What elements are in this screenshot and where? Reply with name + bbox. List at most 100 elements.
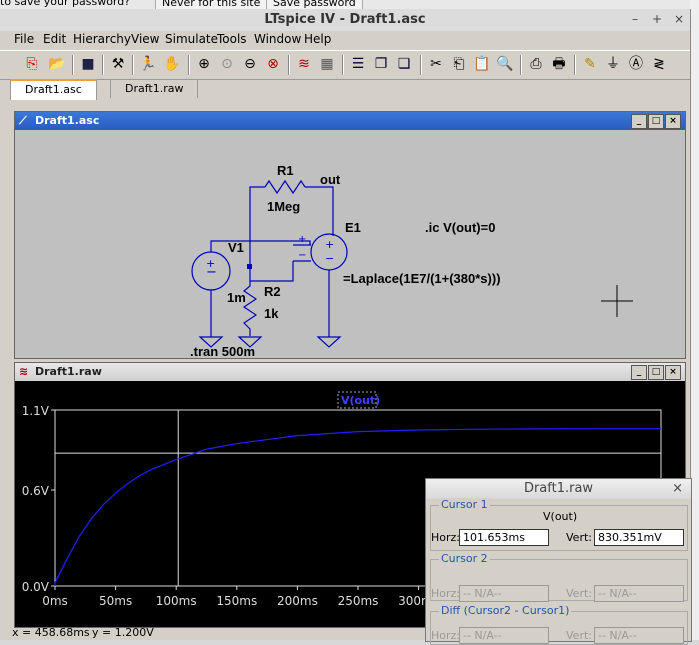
tran-directive[interactable]: .tran 500m <box>190 344 255 357</box>
ground-icon[interactable]: ⏚ <box>603 54 623 74</box>
save-password-button[interactable]: Save password <box>266 0 363 9</box>
print-icon[interactable]: 🖶 <box>549 54 569 74</box>
x-tick-label: 0ms <box>42 594 68 608</box>
x-tick-label: 200ms <box>277 594 318 608</box>
browser-password-bar: to save your password? Never for this si… <box>0 0 699 9</box>
diff-label: Diff (Cursor2 - Cursor1) <box>439 604 572 617</box>
toolbar-separator <box>288 55 290 75</box>
schematic-titlebar[interactable]: ⟋ Draft1.asc _ □ × <box>15 112 685 130</box>
crosshair-cursor-icon <box>601 285 633 317</box>
tile-horizontal-icon[interactable]: ☰ <box>348 54 368 74</box>
v1-plus-sign: + <box>206 257 215 270</box>
control-panel-icon[interactable]: ⚒ <box>108 54 128 74</box>
paste-icon[interactable]: 📋 <box>472 54 492 74</box>
r1-label[interactable]: R1 <box>277 163 294 178</box>
cursor-dialog-close-icon[interactable]: × <box>672 479 683 499</box>
toolbar-separator <box>188 55 190 75</box>
run-icon[interactable]: 🏃 <box>138 54 158 74</box>
ic-directive[interactable]: .ic V(out)=0 <box>425 220 495 235</box>
menu-edit[interactable]: Edit <box>43 32 66 46</box>
y-tick-label: 1.1V <box>22 404 50 418</box>
halt-icon[interactable]: ✋ <box>162 54 182 74</box>
schematic-minimize-icon[interactable]: _ <box>631 114 647 129</box>
trace-label[interactable]: V(out) <box>341 394 380 407</box>
waveform-icon: ≋ <box>19 365 29 378</box>
cursor-dialog-titlebar[interactable]: Draft1.raw × <box>426 479 691 499</box>
never-for-site-button[interactable]: Never for this site <box>155 0 268 9</box>
menubar: File Edit Hierarchy View Simulate Tools … <box>0 31 690 49</box>
v1-label[interactable]: V1 <box>228 240 244 255</box>
menu-tools[interactable]: Tools <box>217 32 247 46</box>
schematic-title: Draft1.asc <box>35 114 100 127</box>
autorange-icon[interactable]: ≋ <box>294 54 314 74</box>
draw-wire-icon[interactable]: ✎ <box>580 54 600 74</box>
menu-view[interactable]: View <box>131 32 159 46</box>
toolbar-separator <box>72 55 74 75</box>
e1-plus-sign: + <box>325 238 334 251</box>
x-tick-label: 150ms <box>216 594 257 608</box>
toolbar-separator <box>420 55 422 75</box>
waveform-titlebar[interactable]: ≋ Draft1.raw _ □ × <box>15 363 685 381</box>
r2-label[interactable]: R2 <box>264 284 281 299</box>
r2-value[interactable]: 1k <box>264 306 279 321</box>
toolbar: ⎘ 📂 ■ ⚒ 🏃 ✋ ⊕ ⊙ ⊖ ⊗ ≋ ▦ ☰ ❐ ❏ ✂ ⎗ 📋 🔍 ⎙ … <box>0 50 690 80</box>
new-schematic-icon[interactable]: ⎘ <box>22 54 42 74</box>
schematic-canvas[interactable]: − + + − + − R1 1Meg out E1 .ic V(out)=0 … <box>15 131 683 357</box>
schematic-close-icon[interactable]: × <box>665 114 681 129</box>
status-x-coordinate: x = 458.68ms <box>12 626 90 639</box>
waveform-title: Draft1.raw <box>35 365 102 378</box>
cascade-icon[interactable]: ❐ <box>371 54 391 74</box>
diff-vert-label: Vert: <box>566 629 592 642</box>
zoom-out-icon[interactable]: ⊖ <box>240 54 260 74</box>
cursor1-trace: V(out) <box>543 510 578 523</box>
net-label-out[interactable]: out <box>320 172 341 187</box>
minimize-icon[interactable]: – <box>628 12 642 26</box>
toolbar-separator <box>520 55 522 75</box>
label-net-icon[interactable]: Ⓐ <box>626 54 646 74</box>
copy-icon[interactable]: ⎗ <box>449 54 469 74</box>
pan-icon[interactable]: ⊙ <box>217 54 237 74</box>
open-folder-icon[interactable]: 📂 <box>47 54 67 74</box>
find-icon[interactable]: 🔍 <box>495 54 515 74</box>
cursor2-vert-field: -- N/A-- <box>594 585 684 602</box>
cursor1-vert-field[interactable]: 830.351mV <box>594 529 684 546</box>
diff-vert-field: -- N/A-- <box>594 627 684 644</box>
y-tick-label: 0.6V <box>22 484 50 498</box>
zoom-in-icon[interactable]: ⊕ <box>194 54 214 74</box>
cursor1-horz-field[interactable]: 101.653ms <box>459 529 549 546</box>
e1-minus-sign: − <box>325 252 334 265</box>
menu-simulate[interactable]: Simulate <box>165 32 218 46</box>
toolbar-separator <box>342 55 344 75</box>
zoom-fit-icon[interactable]: ⊗ <box>263 54 283 74</box>
menu-help[interactable]: Help <box>304 32 331 46</box>
waveform-minimize-icon[interactable]: _ <box>631 365 647 380</box>
close-icon[interactable]: × <box>672 12 686 26</box>
window-titlebar[interactable]: LTspice IV - Draft1.asc – + × <box>0 9 690 31</box>
schematic-restore-icon[interactable]: □ <box>648 114 664 129</box>
waveform-close-icon[interactable]: × <box>665 365 681 380</box>
cursor1-vert-label: Vert: <box>566 531 592 544</box>
toolbar-separator <box>574 55 576 75</box>
e1-label[interactable]: E1 <box>345 220 361 235</box>
status-y-coordinate: y = 1.200V <box>92 626 154 639</box>
laplace-expression[interactable]: =Laplace(1E7/(1+(380*s))) <box>343 271 501 286</box>
x-tick-label: 50ms <box>99 594 132 608</box>
window-title: LTspice IV - Draft1.asc <box>264 12 426 27</box>
save-icon[interactable]: ■ <box>78 54 98 74</box>
resistor-icon[interactable]: ≷ <box>649 54 669 74</box>
tab-draft1-raw[interactable]: Draft1.raw <box>110 79 199 98</box>
cut-icon[interactable]: ✂ <box>426 54 446 74</box>
waveform-restore-icon[interactable]: □ <box>648 365 664 380</box>
tab-draft1-asc[interactable]: Draft1.asc <box>10 79 97 100</box>
print-setup-icon[interactable]: ⎙ <box>526 54 546 74</box>
schematic-icon: ⟋ <box>19 114 27 127</box>
maximize-icon[interactable]: + <box>650 12 664 26</box>
menu-file[interactable]: File <box>14 32 34 46</box>
menu-hierarchy[interactable]: Hierarchy <box>73 32 131 46</box>
v1-value[interactable]: 1m <box>227 290 246 305</box>
menu-window[interactable]: Window <box>254 32 301 46</box>
cursor2-vert-label: Vert: <box>566 587 592 600</box>
tile-vertical-icon[interactable]: ❏ <box>394 54 414 74</box>
r1-value[interactable]: 1Meg <box>267 199 300 214</box>
waveform-icon[interactable]: ▦ <box>317 54 337 74</box>
